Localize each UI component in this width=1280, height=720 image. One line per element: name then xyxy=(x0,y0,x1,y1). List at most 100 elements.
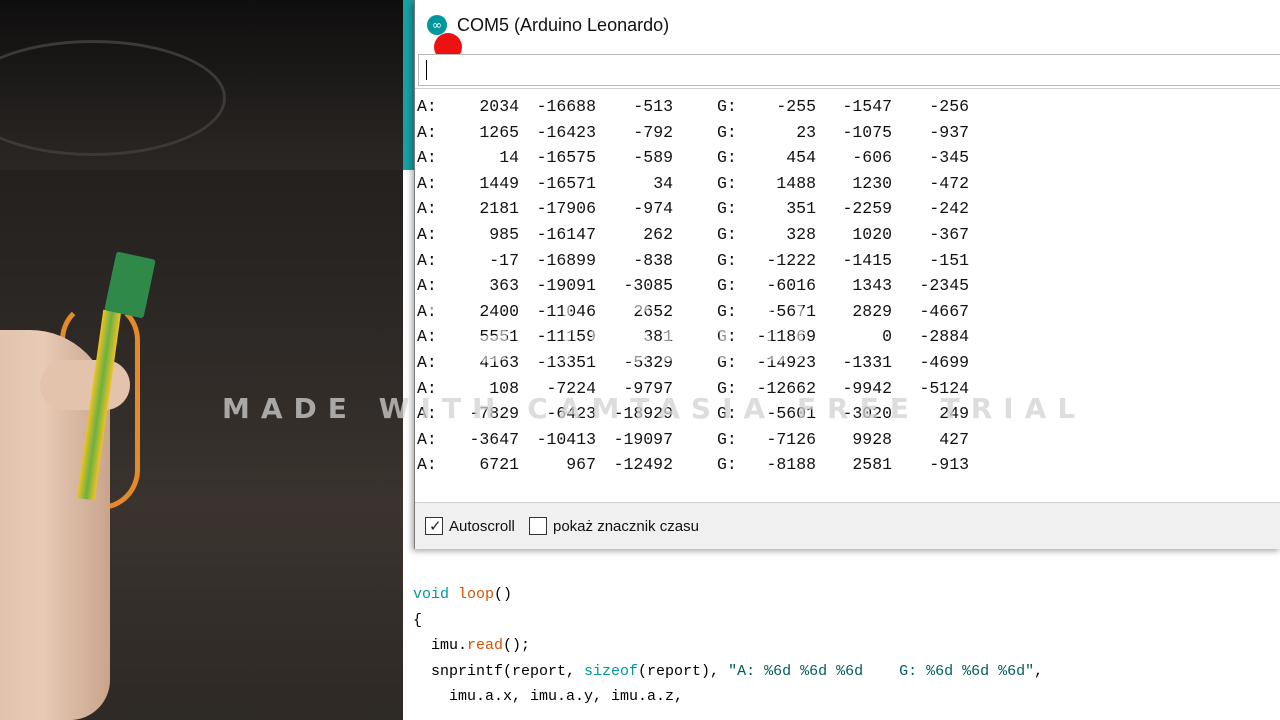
send-input[interactable] xyxy=(422,57,1276,83)
title-bar[interactable]: ∞ COM5 (Arduino Leonardo) xyxy=(415,0,1280,61)
sensor-value: 2181 xyxy=(479,199,519,219)
camera-imu-board xyxy=(104,251,156,319)
code-line: void loop() xyxy=(413,586,512,603)
sensor-value: 34 xyxy=(653,173,673,193)
code-string: "A: %6d %6d %6d G: %6d %6d %6d" xyxy=(728,662,1035,680)
serial-line: A: 1265 -16423 -792 G: 23 -1075 -937 xyxy=(417,123,1277,149)
serial-line: A: 14 -16575 -589 G: 454 -606 -345 xyxy=(417,148,1277,174)
axis-label: G: xyxy=(717,455,737,475)
sensor-value: -1547 xyxy=(842,97,892,116)
serial-line: A: 985 -16147 262 G: 328 1020 -367 xyxy=(417,225,1277,251)
sensor-value: -937 xyxy=(929,122,969,142)
sensor-value: 6721 xyxy=(479,455,519,475)
sensor-value: 351 xyxy=(786,199,816,219)
axis-label: A: xyxy=(417,429,437,449)
sensor-value: -17906 xyxy=(536,199,596,219)
code-text[interactable]: void loop() { imu.read(); snprintf(repor… xyxy=(413,582,1043,710)
timestamp-label: pokaż znacznik czasu xyxy=(553,518,699,535)
sensor-value: -367 xyxy=(929,225,969,244)
code-token: () xyxy=(494,586,513,603)
axis-label: G: xyxy=(717,148,737,168)
sensor-value: 23 xyxy=(796,122,816,142)
axis-label: A: xyxy=(417,250,437,270)
sensor-value: -16899 xyxy=(536,250,596,270)
code-keyword: void xyxy=(413,586,450,603)
sensor-value: -16575 xyxy=(536,148,596,168)
sensor-value: 328 xyxy=(786,225,816,244)
serial-line: A: -17 -16899 -838 G: -1222 -1415 -151 xyxy=(417,251,1277,277)
serial-line: A: 2034 -16688 -513 G: -255 -1547 -256 xyxy=(417,97,1277,123)
sensor-value: -16147 xyxy=(536,225,596,244)
sensor-value: -2345 xyxy=(919,276,969,296)
code-keyword: sizeof xyxy=(584,662,639,680)
serial-line: A: 2181 -17906 -974 G: 351 -2259 -242 xyxy=(417,199,1277,225)
sensor-value: 427 xyxy=(939,429,969,449)
code-line: imu.read(); xyxy=(413,637,530,654)
code-token: (); xyxy=(503,637,531,654)
autoscroll-checkbox[interactable]: ✓ xyxy=(425,517,443,535)
sensor-value: -606 xyxy=(852,148,892,168)
code-function: loop xyxy=(458,586,495,603)
code-line: { xyxy=(413,611,423,629)
sensor-value: 454 xyxy=(786,148,816,168)
sensor-value: 985 xyxy=(489,225,519,244)
timestamp-checkbox[interactable] xyxy=(529,517,547,535)
sensor-value: 1265 xyxy=(479,122,519,142)
sensor-value: -8188 xyxy=(766,455,816,475)
sensor-value: -472 xyxy=(929,173,969,193)
serial-line: A: -3647 -10413 -19097 G: -7126 9928 427 xyxy=(417,430,1277,456)
sensor-value: -7126 xyxy=(766,429,816,449)
send-input-box[interactable] xyxy=(418,54,1280,86)
code-function: read xyxy=(467,637,504,654)
code-token: (report), xyxy=(638,662,729,680)
axis-label: G: xyxy=(717,250,737,270)
axis-label: A: xyxy=(417,122,437,142)
code-token: snprintf(report, xyxy=(413,662,585,680)
sensor-value: -4667 xyxy=(919,301,969,321)
sensor-value: -17 xyxy=(489,250,519,270)
arduino-icon: ∞ xyxy=(427,15,447,35)
sensor-value: -345 xyxy=(929,148,969,168)
sensor-value: -838 xyxy=(633,250,673,270)
sensor-value: 1488 xyxy=(776,173,816,193)
axis-label: A: xyxy=(417,148,437,168)
techsmith-watermark: TechSmith xyxy=(428,290,839,380)
sensor-value: -974 xyxy=(633,199,673,219)
sensor-value: 14 xyxy=(499,148,519,168)
code-line: snprintf(report, sizeof(report), "A: %6d… xyxy=(413,663,1043,680)
sensor-value: -242 xyxy=(929,199,969,219)
axis-label: A: xyxy=(417,225,437,244)
checkmark-icon: ✓ xyxy=(429,517,442,535)
sensor-value: 967 xyxy=(566,455,596,475)
serial-footer: ✓ Autoscroll pokaż znacznik czasu xyxy=(415,502,1280,549)
sensor-value: 2581 xyxy=(852,455,892,475)
sensor-value: 2034 xyxy=(479,97,519,116)
camera-finger xyxy=(40,360,130,410)
axis-label: A: xyxy=(417,173,437,193)
sensor-value: 1020 xyxy=(852,225,892,244)
sensor-value: -255 xyxy=(776,97,816,116)
sensor-value: -4699 xyxy=(919,353,969,372)
sensor-value: -151 xyxy=(929,250,969,270)
axis-label: A: xyxy=(417,455,437,475)
camtasia-watermark: MADE WITH CAMTASIA FREE TRIAL xyxy=(222,392,1087,425)
sensor-value: -513 xyxy=(633,97,673,116)
sensor-value: -3647 xyxy=(469,429,519,449)
axis-label: G: xyxy=(717,225,737,244)
code-line: imu.a.x, imu.a.y, imu.a.z, xyxy=(413,688,684,705)
serial-line: A: 6721 967 -12492 G: -8188 2581 -913 xyxy=(417,455,1277,481)
sensor-value: -16688 xyxy=(536,97,596,116)
sensor-value: 1449 xyxy=(479,173,519,193)
axis-label: G: xyxy=(717,199,737,219)
code-token: , xyxy=(1034,662,1044,680)
axis-label: G: xyxy=(717,97,737,116)
axis-label: G: xyxy=(717,429,737,449)
sensor-value: -792 xyxy=(633,122,673,142)
sensor-value: -19097 xyxy=(613,429,673,449)
sensor-value: -16571 xyxy=(536,173,596,193)
sensor-value: -1075 xyxy=(842,122,892,142)
axis-label: A: xyxy=(417,199,437,219)
code-token: imu. xyxy=(413,637,468,654)
serial-monitor-window: ∞ COM5 (Arduino Leonardo) A: 2034 -16688 -5… xyxy=(414,0,1280,549)
axis-label: G: xyxy=(717,122,737,142)
